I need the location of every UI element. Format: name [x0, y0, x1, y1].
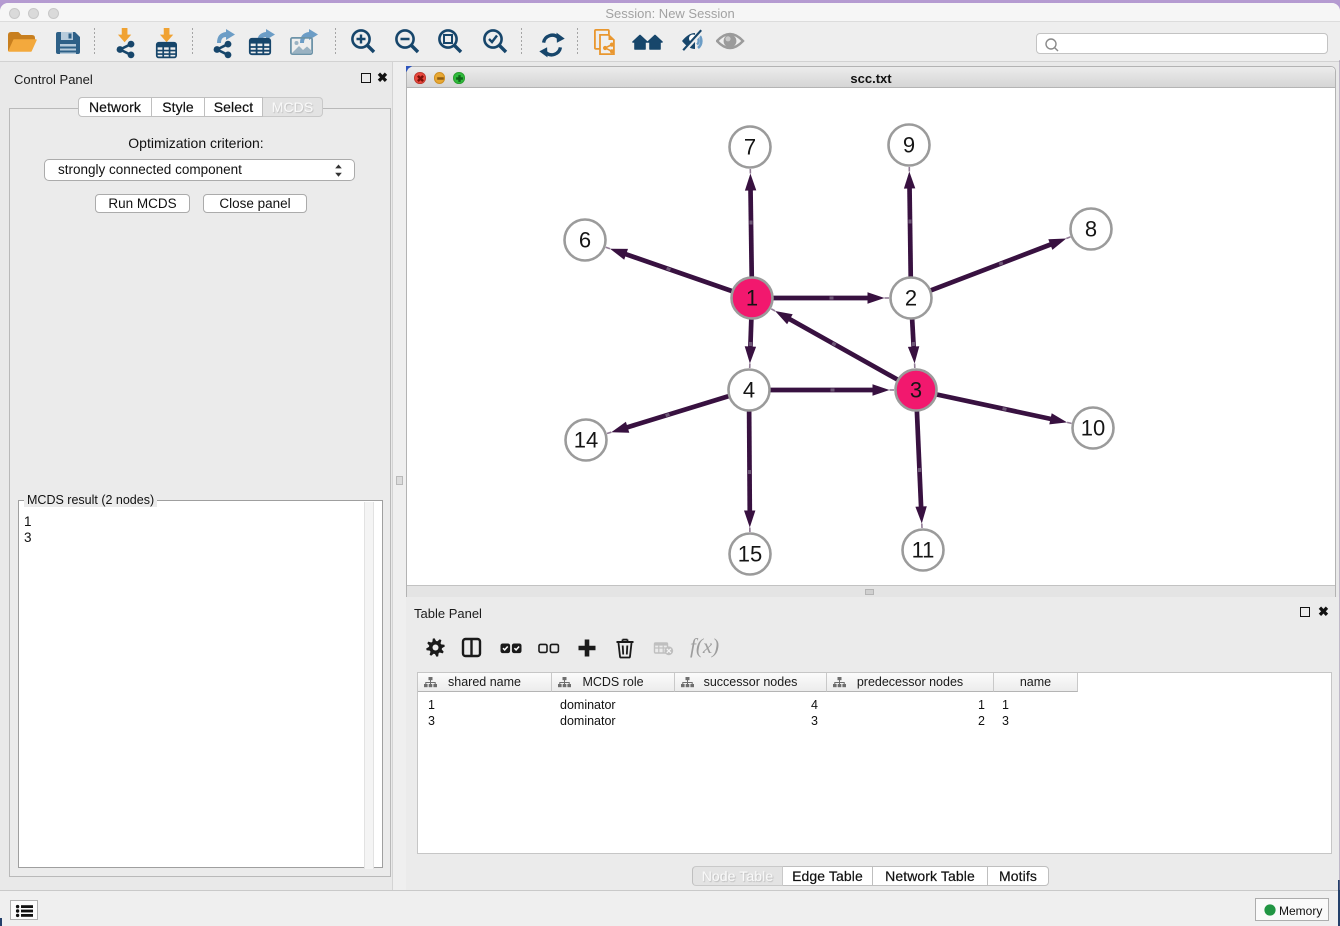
svg-text:1: 1 — [746, 286, 758, 311]
svg-text:14: 14 — [574, 428, 598, 453]
svg-text:6: 6 — [579, 228, 591, 253]
svg-text:8: 8 — [1085, 217, 1097, 242]
svg-text:11: 11 — [912, 538, 935, 563]
svg-text:2: 2 — [905, 286, 917, 311]
svg-text:3: 3 — [910, 378, 922, 403]
svg-text:4: 4 — [743, 378, 755, 403]
svg-text:10: 10 — [1081, 416, 1105, 441]
svg-text:9: 9 — [903, 133, 915, 158]
svg-text:7: 7 — [744, 135, 756, 160]
svg-text:15: 15 — [738, 542, 762, 567]
